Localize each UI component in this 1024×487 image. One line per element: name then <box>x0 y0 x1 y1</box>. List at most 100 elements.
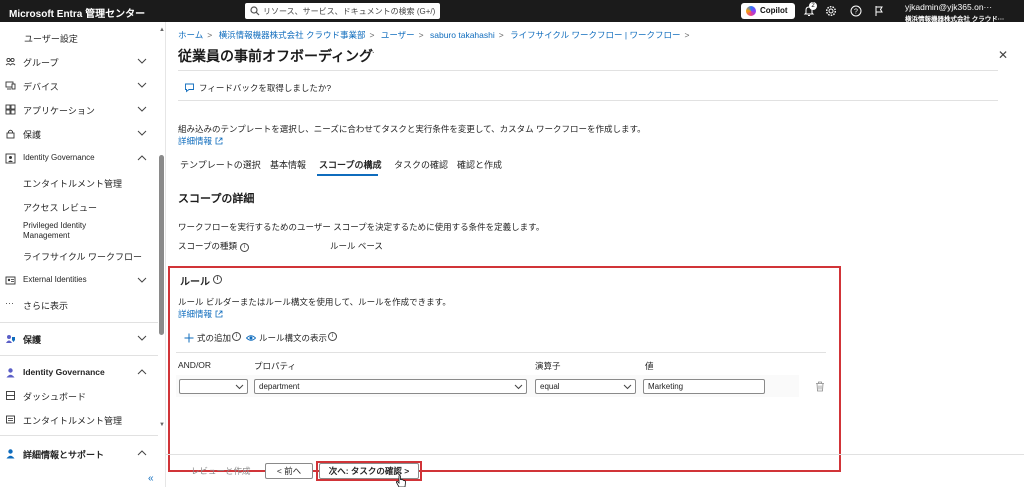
tab-review-create[interactable]: 確認と作成 <box>457 158 502 171</box>
global-search-input[interactable]: リソース、サービス、ドキュメントの検索 (G+/) <box>245 3 440 19</box>
hand-cursor-icon <box>395 475 406 487</box>
more-options-button[interactable]: ··· <box>365 47 375 58</box>
column-header-andor: AND/OR <box>178 360 212 370</box>
chevron-down-icon <box>137 130 147 136</box>
identity-governance-icon <box>6 368 15 378</box>
breadcrumb-users[interactable]: ユーザー <box>381 30 415 40</box>
chevron-down-icon <box>137 82 147 88</box>
account-user: yjkadmin@yjk365.on··· <box>905 2 993 12</box>
sidebar-item-access-reviews[interactable]: アクセス レビュー <box>0 195 158 219</box>
divider <box>176 352 826 353</box>
add-expression-button[interactable]: 式の追加 i <box>184 332 242 344</box>
feedback-label: フィードバックを取得しましたか? <box>199 83 332 93</box>
review-create-button[interactable]: レビューと作成 <box>191 465 251 477</box>
rules-description: ルール ビルダーまたはルール構文を使用して、ルールを作成できます。 <box>178 297 451 307</box>
protection-icon <box>6 335 15 343</box>
learn-more-link[interactable]: 詳細情報 <box>178 135 223 147</box>
rules-learn-more-link[interactable]: 詳細情報 <box>178 308 223 320</box>
sidebar-item-label: ライフサイクル ワークフロー <box>23 252 143 262</box>
page-description: 組み込みのテンプレートを選択し、ニーズに合わせてタスクと実行条件を変更して、カス… <box>178 124 646 134</box>
feedback-link[interactable]: フィードバックを取得しましたか? <box>184 82 331 94</box>
sidebar-item-pim[interactable]: Privileged Identity Management <box>0 218 158 246</box>
scroll-up-arrow[interactable]: ▲ <box>158 27 166 33</box>
page-title: 従業員の事前オフボーディング <box>178 48 374 64</box>
previous-button[interactable]: < 前へ <box>265 463 313 479</box>
top-bar: Microsoft Entra 管理センター リソース、サービス、ドキュメントの… <box>0 0 1024 23</box>
sidebar-item-entitlement-management[interactable]: エンタイトルメント管理 <box>0 171 158 195</box>
sidebar-section-learn-support[interactable]: 詳細情報とサポート <box>0 442 158 466</box>
sidebar-item-applications[interactable]: アプリケーション <box>0 98 158 122</box>
sidebar-item-groups[interactable]: グループ <box>0 50 158 74</box>
breadcrumb-tenant[interactable]: 横浜情報機器株式会社 クラウド事業部 <box>219 30 366 40</box>
property-dropdown[interactable]: department <box>254 379 527 394</box>
sidebar-item-label: エンタイトルメント管理 <box>23 416 123 426</box>
sidebar-item-label: エンタイトルメント管理 <box>23 179 123 189</box>
help-icon[interactable]: ? <box>850 5 862 17</box>
sidebar-section-identity-governance[interactable]: Identity Governance <box>0 361 158 385</box>
left-nav: ユーザー設定 グループ デバイス アプリケーション 保護 Identity Go… <box>0 22 166 487</box>
breadcrumb-home[interactable]: ホーム <box>178 30 203 40</box>
add-expression-label: 式の追加 <box>197 333 232 343</box>
info-icon[interactable]: i <box>232 332 242 341</box>
breadcrumb-workflows[interactable]: ライフサイクル ワークフロー | ワークフロー <box>510 30 680 40</box>
scope-type-label: スコープの種類 i <box>178 240 249 252</box>
collapse-nav-button[interactable]: « <box>148 473 154 484</box>
entitlement-icon <box>6 415 15 424</box>
breadcrumb-trailing-separator: > <box>684 30 690 40</box>
info-icon[interactable]: i <box>213 275 222 284</box>
chevron-down-icon <box>137 335 147 341</box>
sidebar-item-dashboard[interactable]: ダッシュボード <box>0 384 158 408</box>
sidebar-item-user-settings[interactable]: ユーザー設定 <box>0 26 158 50</box>
sidebar-item-entitlement-management-2[interactable]: エンタイトルメント管理 <box>0 408 158 432</box>
dashboard-icon <box>6 391 15 400</box>
sidebar-scrollbar[interactable]: ▲ ▼ <box>158 22 166 487</box>
value-input[interactable]: Marketing <box>643 379 765 394</box>
sidebar-item-label: デバイス <box>23 82 59 92</box>
sidebar-item-label: アプリケーション <box>23 106 95 116</box>
portal-brand[interactable]: Microsoft Entra 管理センター <box>9 5 145 20</box>
property-value: department <box>259 382 300 391</box>
delete-icon[interactable] <box>815 381 825 392</box>
sidebar-divider <box>0 322 158 323</box>
tab-configure-scope[interactable]: スコープの構成 <box>319 158 381 171</box>
sidebar-item-external-identities[interactable]: External Identities <box>0 269 158 293</box>
sidebar-item-label: Identity Governance <box>23 153 95 162</box>
feedback-icon[interactable] <box>873 5 885 17</box>
tab-basics[interactable]: 基本情報 <box>270 158 306 171</box>
learn-more-label: 詳細情報 <box>178 136 213 146</box>
breadcrumb-user[interactable]: saburo takahashi <box>430 30 495 40</box>
account-menu[interactable]: yjkadmin@yjk365.on··· 横浜情報機器株式会社 クラウド··· <box>905 2 1020 23</box>
close-button[interactable]: ✕ <box>998 48 1008 62</box>
scrollbar-thumb[interactable] <box>159 155 164 335</box>
more-icon: ··· <box>5 298 14 308</box>
sidebar-item-devices[interactable]: デバイス <box>0 74 158 98</box>
sidebar-item-protection[interactable]: 保護 <box>0 122 158 146</box>
active-tab-indicator <box>317 174 378 176</box>
operator-value: equal <box>540 382 560 391</box>
sidebar-item-show-more[interactable]: ··· さらに表示 <box>0 293 158 317</box>
tab-template-select[interactable]: テンプレートの選択 <box>180 158 261 171</box>
eye-icon <box>246 335 256 341</box>
scope-heading: スコープの詳細 <box>178 193 255 205</box>
sidebar-item-lifecycle-workflows[interactable]: ライフサイクル ワークフロー <box>0 244 158 268</box>
plus-icon <box>184 333 194 343</box>
learn-support-icon <box>6 449 15 459</box>
sidebar-item-label: ダッシュボード <box>23 392 87 402</box>
copilot-button[interactable]: Copilot <box>741 3 795 19</box>
chevron-down-icon <box>137 277 147 283</box>
sidebar-item-label: 詳細情報とサポート <box>23 450 105 460</box>
copilot-label: Copilot <box>760 6 788 15</box>
chevron-up-icon <box>137 155 147 161</box>
show-rule-syntax-button[interactable]: ルール構文の表示 i <box>246 332 338 344</box>
info-icon[interactable]: i <box>328 332 338 341</box>
tab-review-tasks[interactable]: タスクの確認 <box>394 158 448 171</box>
chevron-down-icon <box>623 384 632 390</box>
operator-dropdown[interactable]: equal <box>535 379 636 394</box>
scroll-down-arrow[interactable]: ▼ <box>158 422 166 428</box>
sidebar-item-identity-governance[interactable]: Identity Governance <box>0 147 158 171</box>
gear-icon[interactable] <box>825 5 837 17</box>
sidebar-section-protection[interactable]: 保護 <box>0 327 158 351</box>
groups-icon <box>5 57 16 66</box>
andor-dropdown[interactable] <box>179 379 248 394</box>
info-icon[interactable]: i <box>240 243 249 252</box>
